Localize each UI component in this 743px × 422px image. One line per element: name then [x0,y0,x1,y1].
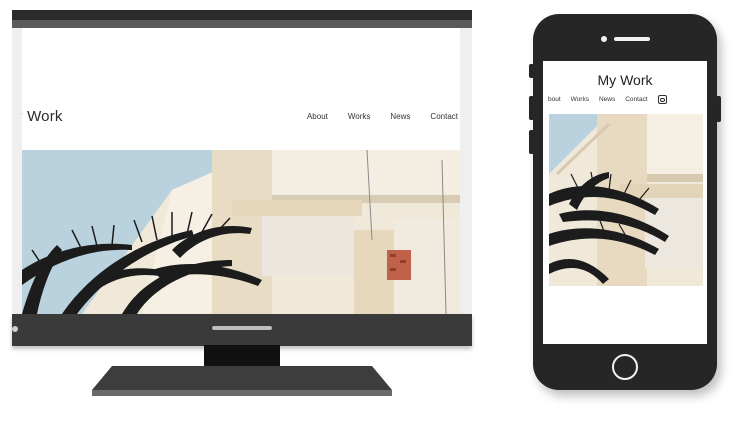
monitor-bottom-bezel [12,314,472,346]
monitor-stand-neck [204,345,280,367]
front-camera-icon [601,36,607,42]
phone-site-logo[interactable]: My Work [543,72,707,88]
site-logo[interactable]: y Work [22,108,63,125]
phone-nav: bout Works News Contact [548,95,667,104]
phone-nav-about[interactable]: bout [548,96,561,103]
instagram-icon[interactable] [657,95,667,104]
phone-nav-contact[interactable]: Contact [625,96,647,103]
desktop-nav: About Works News Contact [287,112,458,121]
bezel-logo-bar [212,326,272,330]
phone-volume-mid [529,96,534,120]
hero-image [22,150,460,314]
phone-volume-down [529,130,534,154]
speaker-grille [614,37,650,41]
nav-news[interactable]: News [390,112,410,121]
phone-hero-image [549,114,703,286]
nav-contact[interactable]: Contact [430,112,458,121]
nav-works[interactable]: Works [348,112,371,121]
phone-nav-works[interactable]: Works [571,96,589,103]
phone-volume-up [529,64,534,78]
nav-about[interactable]: About [307,112,328,121]
phone-nav-news[interactable]: News [599,96,615,103]
power-indicator [12,326,18,332]
monitor-stand-base [92,366,392,396]
monitor-top-strip [12,20,472,28]
phone-screen: My Work bout Works News Contact [543,61,707,344]
desktop-screen: y Work About Works News Contact [22,28,460,314]
home-button[interactable] [612,354,638,380]
phone-side-button [716,96,721,122]
